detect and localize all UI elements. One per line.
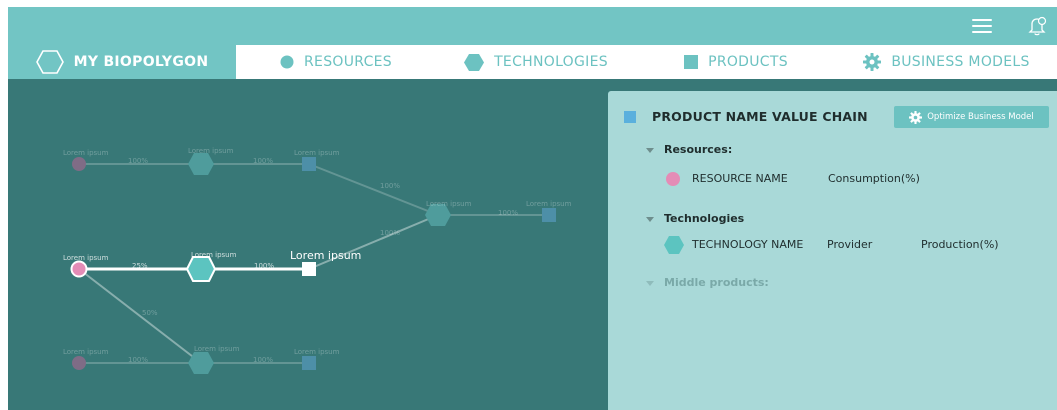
tab-label: PRODUCTS [708,54,788,70]
chevron-down-icon[interactable] [646,217,654,222]
chevron-down-icon[interactable] [646,281,654,286]
node-label: Lorem ipsum [294,348,340,356]
edge [308,163,439,216]
resource-node[interactable] [72,157,86,171]
resource-consumption: Consumption(%) [828,172,920,185]
tab-resources[interactable]: RESOURCES [236,45,436,79]
node-label-active: Lorem ipsum [290,249,362,262]
gear-icon [909,110,923,124]
graph-edges-highlight [78,214,439,364]
product-square-icon [624,111,636,123]
resources-section-header[interactable]: Resources: [664,143,732,156]
tab-label: RESOURCES [304,54,392,70]
optimize-business-model-button[interactable]: Optimize Business Model [894,106,1049,128]
gear-icon [863,53,882,71]
node-label: Lorem ipsum [426,200,472,208]
node-label: Lorem ipsum [294,149,340,157]
edge-percentage: 100% [254,262,275,270]
hamburger-menu-icon[interactable] [972,19,992,33]
app-window: MY BIOPOLYGON RESOURCES TECHNOLOGIES PRO… [8,7,1057,410]
main-navigation: MY BIOPOLYGON RESOURCES TECHNOLOGIES PRO… [8,45,1057,79]
resource-node[interactable] [72,356,86,370]
hexagon-outline-icon [35,50,64,74]
technology-node[interactable] [188,153,214,175]
node-label: Lorem ipsum [191,251,237,259]
resource-node-active[interactable] [70,260,88,278]
technology-provider: Provider [827,238,873,251]
middle-products-section-header[interactable]: Middle products: [664,276,769,289]
edge-percentage: 100% [253,157,274,165]
tab-my-biopolygon[interactable]: MY BIOPOLYGON [8,45,236,79]
technology-node-active[interactable] [185,256,217,282]
optimize-button-label: Optimize Business Model [927,112,1034,122]
edge-percentage: 25% [132,262,148,270]
panel-title: PRODUCT NAME VALUE CHAIN [652,109,868,124]
resource-circle-icon [666,172,680,186]
technology-production: Production(%) [921,238,999,251]
chevron-down-icon[interactable] [646,148,654,153]
hexagon-icon [464,53,485,71]
tab-label: MY BIOPOLYGON [73,54,209,70]
technology-hexagon-icon [664,236,684,254]
resource-name: RESOURCE NAME [692,172,788,185]
edge-percentage: 50% [142,309,158,317]
node-label: Lorem ipsum [63,348,109,356]
product-node[interactable] [302,356,316,370]
technologies-section-header[interactable]: Technologies [664,212,744,225]
tab-business-models[interactable]: BUSINESS MODELS [836,45,1057,79]
bell-icon[interactable] [1026,15,1048,37]
square-icon [684,55,699,69]
node-label: Lorem ipsum [63,149,109,157]
tab-label: BUSINESS MODELS [891,54,1030,70]
tab-technologies[interactable]: TECHNOLOGIES [436,45,636,79]
node-label: Lorem ipsum [194,345,240,353]
edge-percentage: 100% [128,356,149,364]
product-node[interactable] [542,208,556,222]
edge-percentage: 100% [128,157,149,165]
product-node-active[interactable] [302,262,316,276]
top-bar [8,7,1057,45]
node-label: Lorem ipsum [526,200,572,208]
edge-percentage: 100% [380,229,401,237]
node-label: Lorem ipsum [63,254,109,262]
edge-percentage: 100% [253,356,274,364]
tab-label: TECHNOLOGIES [494,54,608,70]
circle-icon [280,55,294,69]
tab-products[interactable]: PRODUCTS [636,45,836,79]
product-node[interactable] [302,157,316,171]
node-label: Lorem ipsum [188,147,234,155]
value-chain-detail-panel: PRODUCT NAME VALUE CHAIN Optimize Busine… [608,91,1057,410]
edge-percentage: 100% [498,209,519,217]
edge-percentage: 100% [380,182,401,190]
technology-name: TECHNOLOGY NAME [692,238,804,251]
